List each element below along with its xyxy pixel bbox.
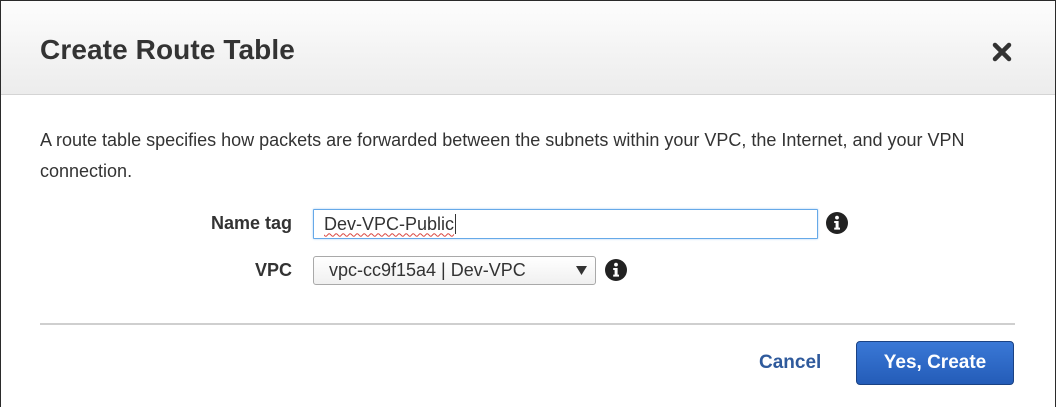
cancel-button[interactable]: Cancel xyxy=(759,352,821,374)
close-button[interactable] xyxy=(985,35,1019,69)
name-tag-label: Name tag xyxy=(210,213,292,233)
dialog-title: Create Route Table xyxy=(40,34,295,65)
name-tag-value: Dev-VPC-Public xyxy=(324,213,455,234)
vpc-select[interactable]: vpc-cc9f15a4 | Dev-VPC xyxy=(313,256,596,285)
create-route-table-dialog: Create Route Table A route table specifi… xyxy=(0,0,1056,407)
name-tag-input[interactable]: Dev-VPC-Public xyxy=(313,209,818,239)
yes-create-button[interactable]: Yes, Create xyxy=(856,341,1014,385)
chevron-down-icon xyxy=(576,266,587,275)
vpc-label: VPC xyxy=(254,260,292,280)
vpc-info-icon[interactable] xyxy=(604,258,628,282)
close-icon xyxy=(992,42,1012,62)
footer-divider xyxy=(40,323,1015,325)
dialog-header: Create Route Table xyxy=(1,1,1055,95)
name-tag-info-icon[interactable] xyxy=(825,211,849,235)
vpc-selected-value: vpc-cc9f15a4 | Dev-VPC xyxy=(329,260,526,280)
text-caret xyxy=(455,214,457,234)
dialog-description: A route table specifies how packets are … xyxy=(40,130,965,181)
